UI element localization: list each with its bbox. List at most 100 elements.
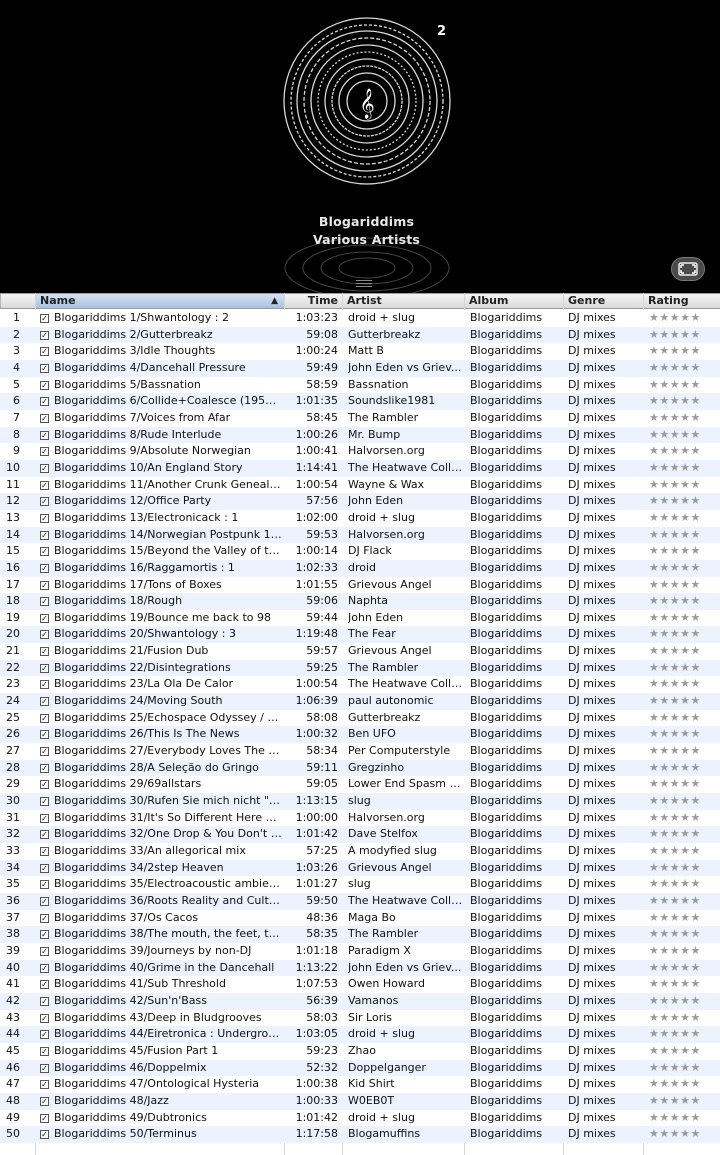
table-row[interactable]: ✓ 12 Blogariddims 12/Office Party 57:56 John… — [0, 493, 720, 510]
table-row[interactable]: ✓ 1 Blogariddims 1/Shwantology : 2 1:03:23 d… — [0, 310, 720, 327]
table-row[interactable]: ✓ 27 Blogariddims 27/Everybody Loves The S… — [0, 743, 720, 760]
track-checkbox[interactable]: ✓ — [40, 563, 49, 573]
table-row[interactable]: ✓ 34 Blogariddims 34/2step Heaven 1:03:26 Gr… — [0, 859, 720, 877]
track-rating[interactable]: ★★★★★ — [649, 510, 719, 527]
track-checkbox[interactable]: ✓ — [40, 1080, 49, 1090]
column-header-artist[interactable]: Artist — [342, 294, 464, 308]
track-checkbox[interactable]: ✓ — [40, 663, 49, 673]
track-rating[interactable]: ★★★★★ — [649, 577, 719, 594]
track-checkbox[interactable]: ✓ — [40, 547, 49, 557]
table-row[interactable]: ✓ 28 Blogariddims 28/A Seleção do Gringo 59… — [0, 759, 720, 777]
track-checkbox[interactable]: ✓ — [40, 613, 49, 623]
track-rating[interactable]: ★★★★★ — [649, 443, 719, 460]
track-checkbox[interactable]: ✓ — [40, 863, 49, 873]
track-rating[interactable]: ★★★★★ — [649, 726, 719, 743]
column-header-name[interactable]: Name ▲ — [35, 294, 284, 308]
table-row[interactable]: ✓ 8 Blogariddims 8/Rude Interlude 1:00:26 Mr… — [0, 426, 720, 444]
track-checkbox[interactable]: ✓ — [40, 447, 49, 457]
column-header-genre[interactable]: Genre — [563, 294, 643, 308]
table-row[interactable]: ✓ 40 Blogariddims 40/Grime in the Dancehal… — [0, 959, 720, 977]
track-rating[interactable]: ★★★★★ — [649, 593, 719, 610]
table-row[interactable]: ✓ 10 Blogariddims 10/An England Story 1:14:… — [0, 459, 720, 477]
table-row[interactable]: ✓ 23 Blogariddims 23/La Ola De Calor 1:00:5… — [0, 676, 720, 694]
track-checkbox[interactable]: ✓ — [40, 1130, 49, 1140]
track-checkbox[interactable]: ✓ — [40, 946, 49, 956]
track-checkbox[interactable]: ✓ — [40, 1096, 49, 1106]
track-checkbox[interactable]: ✓ — [40, 830, 49, 840]
table-row[interactable]: ✓ 9 Blogariddims 9/Absolute Norwegian 1:00:… — [0, 443, 720, 460]
track-rating[interactable]: ★★★★★ — [649, 710, 719, 727]
table-row[interactable]: ✓ 43 Blogariddims 43/Deep in Bludgrooves 58… — [0, 1009, 720, 1027]
track-rating[interactable]: ★★★★★ — [649, 693, 719, 710]
track-checkbox[interactable]: ✓ — [40, 347, 49, 357]
track-checkbox[interactable]: ✓ — [40, 647, 49, 657]
table-row[interactable]: ✓ 46 Blogariddims 46/Doppelmix 52:32 Doppelg… — [0, 1059, 720, 1077]
track-rating[interactable]: ★★★★★ — [649, 1093, 719, 1110]
track-rating[interactable]: ★★★★★ — [649, 810, 719, 827]
track-checkbox[interactable]: ✓ — [40, 730, 49, 740]
table-row[interactable]: ✓ 45 Blogariddims 45/Fusion Part 1 59:23 Zha… — [0, 1042, 720, 1060]
track-checkbox[interactable]: ✓ — [40, 1030, 49, 1040]
track-rating[interactable]: ★★★★★ — [649, 1043, 719, 1060]
track-rating[interactable]: ★★★★★ — [649, 543, 719, 560]
track-rating[interactable]: ★★★★★ — [649, 843, 719, 860]
track-checkbox[interactable]: ✓ — [40, 813, 49, 823]
track-rating[interactable]: ★★★★★ — [649, 343, 719, 360]
track-rating[interactable]: ★★★★★ — [649, 427, 719, 444]
table-row[interactable]: ✓ 15 Blogariddims 15/Beyond the Valley of … — [0, 543, 720, 560]
table-row[interactable]: ✓ 3 Blogariddims 3/Idle Thoughts 1:00:24 Mat… — [0, 343, 720, 360]
table-row[interactable]: ✓ 17 Blogariddims 17/Tons of Boxes 1:01:55 G… — [0, 576, 720, 594]
track-rating[interactable]: ★★★★★ — [649, 643, 719, 660]
table-row[interactable]: ✓ 22 Blogariddims 22/Disintegrations 59:25 T… — [0, 659, 720, 677]
track-rating[interactable]: ★★★★★ — [649, 993, 719, 1010]
track-checkbox[interactable]: ✓ — [40, 847, 49, 856]
track-checkbox[interactable]: ✓ — [40, 397, 49, 407]
table-row[interactable]: ✓ 31 Blogariddims 31/It's So Different Her… — [0, 809, 720, 827]
track-checkbox[interactable]: ✓ — [40, 930, 49, 940]
track-checkbox[interactable]: ✓ — [40, 430, 49, 440]
track-checkbox[interactable]: ✓ — [40, 363, 49, 373]
column-header-album[interactable]: Album — [464, 294, 563, 308]
track-rating[interactable]: ★★★★★ — [649, 743, 719, 760]
track-rating[interactable]: ★★★★★ — [649, 976, 719, 993]
table-row[interactable]: ✓ 33 Blogariddims 33/An allegorical mix 57:… — [0, 843, 720, 860]
table-row[interactable]: ✓ 36 Blogariddims 36/Roots Reality and Cul… — [0, 892, 720, 910]
table-row[interactable]: ✓ 50 Blogariddims 50/Terminus 1:17:58 Blogam… — [0, 1126, 720, 1143]
table-row[interactable]: ✓ 20 Blogariddims 20/Shwantology : 3 1:19:4… — [0, 626, 720, 644]
track-rating[interactable]: ★★★★★ — [649, 327, 719, 344]
track-rating[interactable]: ★★★★★ — [649, 626, 719, 643]
table-row[interactable]: ✓ 18 Blogariddims 18/Rough 59:06 Naphta Bloga… — [0, 593, 720, 610]
track-checkbox[interactable]: ✓ — [40, 880, 49, 890]
table-row[interactable]: ✓ 32 Blogariddims 32/One Drop & You Don't … — [0, 826, 720, 843]
track-rating[interactable]: ★★★★★ — [649, 1110, 719, 1127]
track-checkbox[interactable]: ✓ — [40, 896, 49, 906]
track-rating[interactable]: ★★★★★ — [649, 776, 719, 793]
table-row[interactable]: ✓ 5 Blogariddims 5/Bassnation 58:59 Bassnati… — [0, 376, 720, 394]
track-rating[interactable]: ★★★★★ — [649, 1026, 719, 1043]
table-row[interactable]: ✓ 30 Blogariddims 30/Rufen Sie mich nicht … — [0, 793, 720, 810]
track-checkbox[interactable]: ✓ — [40, 697, 49, 707]
track-rating[interactable]: ★★★★★ — [649, 926, 719, 943]
track-rating[interactable]: ★★★★★ — [649, 760, 719, 777]
track-checkbox[interactable]: ✓ — [40, 1046, 49, 1056]
track-checkbox[interactable]: ✓ — [40, 463, 49, 473]
table-row[interactable]: ✓ 6 Blogariddims 6/Collide+Coalesce (1950-… — [0, 393, 720, 410]
table-row[interactable]: ✓ 37 Blogariddims 37/Os Cacos 48:36 Maga Bo B… — [0, 909, 720, 927]
table-row[interactable]: ✓ 44 Blogariddims 44/Eiretronica : Undergr… — [0, 1026, 720, 1043]
table-row[interactable]: ✓ 48 Blogariddims 48/Jazz 1:00:33 W0EB0T Blog… — [0, 1092, 720, 1110]
track-rating[interactable]: ★★★★★ — [649, 960, 719, 977]
table-row[interactable]: ✓ 4 Blogariddims 4/Dancehall Pressure 59:49… — [0, 359, 720, 377]
track-rating[interactable]: ★★★★★ — [649, 826, 719, 843]
track-rating[interactable]: ★★★★★ — [649, 793, 719, 810]
track-rating[interactable]: ★★★★★ — [649, 310, 719, 327]
track-rating[interactable]: ★★★★★ — [649, 1010, 719, 1027]
track-rating[interactable]: ★★★★★ — [649, 660, 719, 677]
table-row[interactable]: ✓ 25 Blogariddims 25/Echospace Odyssey / T… — [0, 709, 720, 727]
track-rating[interactable]: ★★★★★ — [649, 527, 719, 544]
table-row[interactable]: ✓ 29 Blogariddims 29/69allstars 59:05 Lower … — [0, 776, 720, 794]
track-checkbox[interactable]: ✓ — [40, 747, 49, 757]
track-checkbox[interactable]: ✓ — [40, 913, 49, 923]
table-row[interactable]: ✓ 13 Blogariddims 13/Electronicack : 1 1:02… — [0, 509, 720, 527]
track-rating[interactable]: ★★★★★ — [649, 493, 719, 510]
track-checkbox[interactable]: ✓ — [40, 380, 49, 390]
